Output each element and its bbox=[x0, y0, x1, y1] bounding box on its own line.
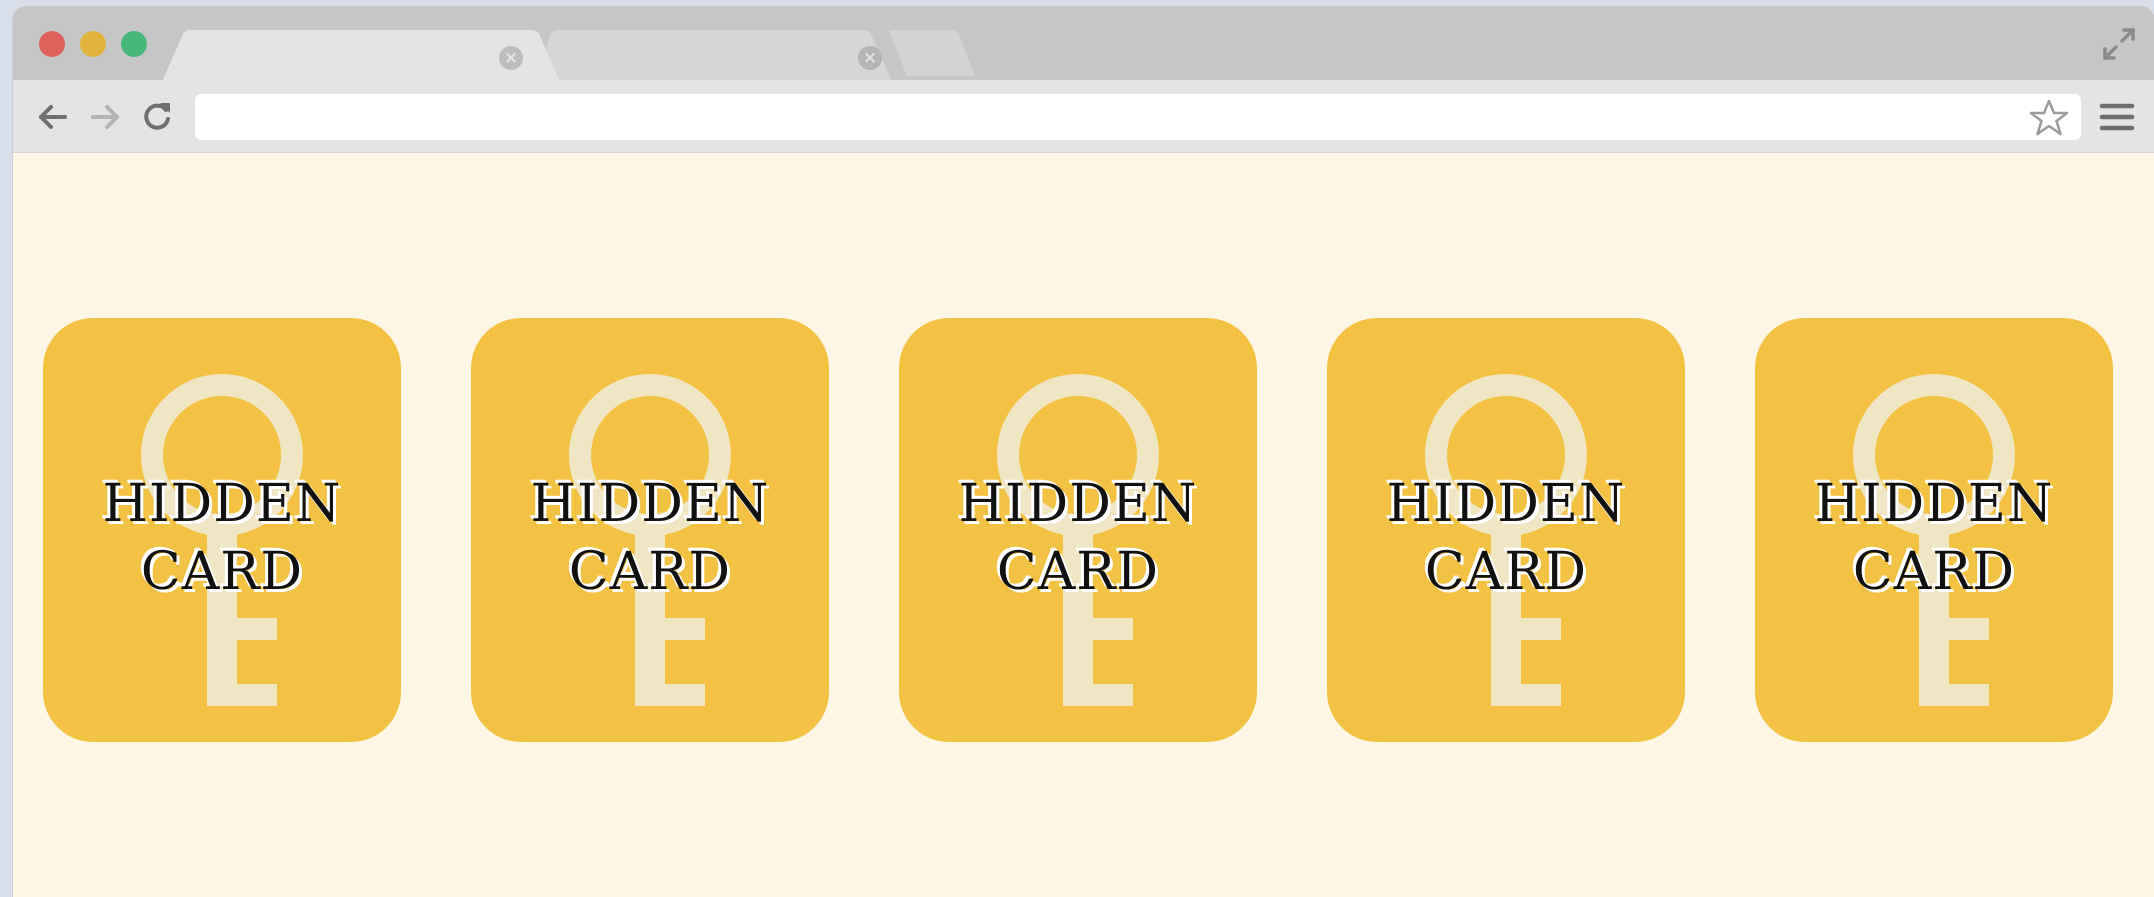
hamburger-menu-icon[interactable] bbox=[2099, 101, 2135, 133]
tab-2[interactable]: × bbox=[533, 30, 913, 84]
forward-arrow-icon[interactable] bbox=[87, 99, 123, 135]
tab-1-active[interactable]: × bbox=[161, 30, 581, 84]
tab-close-icon[interactable]: × bbox=[858, 46, 882, 70]
new-tab-button[interactable] bbox=[889, 30, 999, 84]
hidden-card[interactable]: HIDDEN CARD bbox=[43, 318, 401, 742]
tab-close-icon[interactable]: × bbox=[499, 46, 523, 70]
card-label: HIDDEN bbox=[530, 474, 770, 534]
card-label: CARD bbox=[140, 542, 304, 602]
close-window-button[interactable] bbox=[39, 31, 65, 57]
address-bar[interactable] bbox=[195, 94, 2081, 140]
zoom-window-button[interactable] bbox=[121, 31, 147, 57]
hidden-card[interactable]: HIDDEN CARD bbox=[1755, 318, 2113, 742]
card-label: CARD bbox=[568, 542, 732, 602]
expand-icon[interactable] bbox=[2101, 26, 2137, 62]
star-icon[interactable] bbox=[2029, 99, 2069, 137]
new-tab-shape bbox=[889, 30, 975, 76]
card-label: CARD bbox=[1852, 542, 2016, 602]
card-label: HIDDEN bbox=[1386, 474, 1626, 534]
back-arrow-icon[interactable] bbox=[35, 99, 71, 135]
card-label: HIDDEN bbox=[102, 474, 342, 534]
title-bar: × × bbox=[13, 6, 2154, 84]
hidden-card[interactable]: HIDDEN CARD bbox=[899, 318, 1257, 742]
tab-shape bbox=[533, 30, 893, 84]
minimize-window-button[interactable] bbox=[80, 31, 106, 57]
browser-toolbar bbox=[13, 80, 2154, 153]
hidden-card[interactable]: HIDDEN CARD bbox=[1327, 318, 1685, 742]
card-label: HIDDEN bbox=[1814, 474, 2054, 534]
card-label: CARD bbox=[996, 542, 1160, 602]
card-label: CARD bbox=[1424, 542, 1588, 602]
page-content: HIDDEN CARD HIDDEN CARD HIDDEN CARD HIDD… bbox=[13, 153, 2154, 897]
hidden-card[interactable]: HIDDEN CARD bbox=[471, 318, 829, 742]
card-label: HIDDEN bbox=[958, 474, 1198, 534]
reload-icon[interactable] bbox=[139, 99, 175, 135]
browser-window: × × HIDDEN CARD HIDDEN CARD HIDDEN CARD … bbox=[12, 6, 2154, 897]
